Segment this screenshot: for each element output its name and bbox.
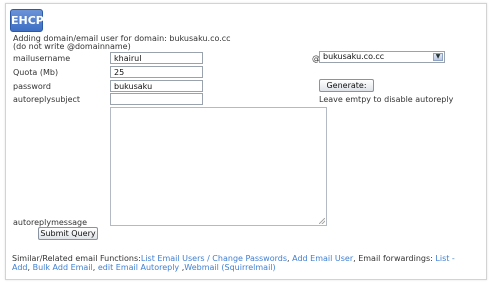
chevron-down-icon[interactable]: ▼ xyxy=(433,53,443,61)
footer-mid: , Email forwardings: xyxy=(353,254,436,263)
edit-email-autoreply-link[interactable]: edit Email Autoreply xyxy=(98,263,179,272)
mailusername-label: mailusername xyxy=(13,54,71,63)
main-panel: EHCP Adding domain/email user for domain… xyxy=(5,3,487,280)
related-functions-prefix: Similar/Related email Functions: xyxy=(12,254,141,263)
form-hint: (do not write @domainname) xyxy=(13,42,131,51)
related-functions: Similar/Related email Functions:List Ema… xyxy=(12,254,472,272)
webmail-link[interactable]: Webmail (Squirrelmail) xyxy=(184,263,275,272)
quota-input[interactable]: 25 xyxy=(110,66,203,78)
domain-select-value: bukusaku.co.cc xyxy=(323,52,385,61)
bulk-add-email-link[interactable]: Bulk Add Email xyxy=(33,263,93,272)
domain-select[interactable]: bukusaku.co.cc ▼ xyxy=(319,51,445,63)
quota-label: Quota (Mb) xyxy=(13,68,59,77)
resize-grip-icon[interactable] xyxy=(319,218,325,224)
ehcp-logo: EHCP xyxy=(10,9,44,32)
add-email-user-link[interactable]: Add Email User xyxy=(292,254,353,263)
autoreplymessage-textarea[interactable] xyxy=(110,107,327,226)
submit-query-button[interactable]: Submit Query xyxy=(38,227,98,240)
generate-button[interactable]: Generate: xyxy=(319,79,374,92)
autoreply-hint: Leave emtpy to disable autoreply xyxy=(319,95,454,104)
password-label: password xyxy=(13,82,51,91)
mailusername-input[interactable]: khairul xyxy=(110,52,203,64)
autoreplysubject-input[interactable] xyxy=(110,93,203,105)
list-email-users-link[interactable]: List Email Users / Change Passwords xyxy=(141,254,287,263)
autoreplymessage-label: autoreplymessage xyxy=(13,218,88,227)
password-input[interactable]: bukusaku xyxy=(110,80,203,92)
autoreplysubject-label: autoreplysubject xyxy=(13,95,81,104)
